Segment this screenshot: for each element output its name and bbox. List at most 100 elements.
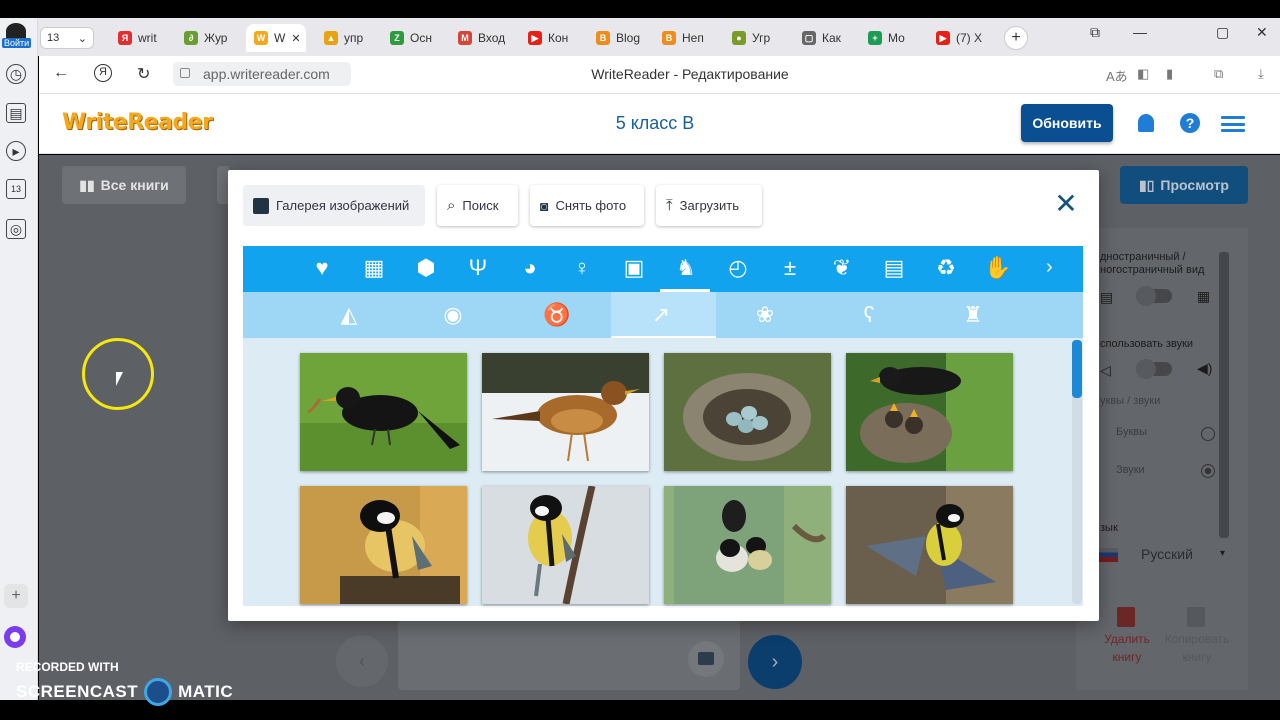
books-icon: ▮▮ — [79, 176, 95, 193]
collections-icon[interactable]: ▤ — [6, 103, 26, 123]
image-icon[interactable] — [688, 641, 724, 677]
cube-icon[interactable]: ⬢ — [412, 254, 440, 282]
person-icon[interactable]: ♀ — [568, 254, 596, 282]
yandex-icon[interactable]: Я — [94, 64, 112, 82]
browser-tab-label: writ — [138, 31, 157, 45]
menu-icon[interactable] — [1221, 116, 1245, 132]
rabbit-icon[interactable]: ♉ — [543, 301, 571, 329]
previous-page-button[interactable]: ‹ — [336, 635, 388, 687]
new-tab-button[interactable]: + — [1004, 26, 1028, 50]
bookmark-window-icon[interactable]: ⧉ — [1090, 24, 1100, 41]
login-label[interactable]: Войти — [2, 38, 32, 48]
photo-blackbird[interactable] — [300, 353, 467, 471]
chevron-right-icon[interactable]: › — [1046, 256, 1053, 279]
tabs-counter-icon[interactable]: 13 — [6, 179, 26, 199]
heart-icon[interactable]: ♥ — [308, 254, 336, 282]
close-icon[interactable]: ✕ — [1054, 190, 1078, 218]
browser-tab[interactable]: + Мо — [860, 24, 922, 52]
photo-great-tit-flying[interactable] — [846, 486, 1013, 604]
language-select[interactable]: Русский — [1141, 546, 1193, 562]
browser-tab[interactable]: ▶ (7) Х — [928, 24, 994, 52]
all-books-button[interactable]: ▮▮ Все книги — [62, 166, 186, 204]
mouse-pointer-icon — [116, 372, 123, 386]
photo-great-tit-feeder[interactable] — [300, 486, 467, 604]
minimize-icon[interactable]: — — [1133, 24, 1147, 40]
tab-upload[interactable]: ⤒ Загрузить — [656, 185, 762, 226]
profile-icon[interactable] — [6, 23, 26, 39]
grid-scrollbar-thumb[interactable] — [1072, 340, 1082, 398]
play-icon[interactable]: ▸ — [6, 141, 26, 161]
delete-book-button[interactable]: Удалить книгу — [1096, 630, 1158, 666]
bookmark-icon[interactable]: ▮ — [1166, 66, 1173, 82]
screenshot-icon[interactable]: ◎ — [6, 219, 26, 239]
download-icon[interactable]: ⤓ — [1258, 66, 1264, 82]
recycle-icon[interactable]: ♻ — [932, 254, 960, 282]
photo-thrush[interactable] — [482, 353, 649, 471]
photo-great-tit-branch[interactable] — [482, 486, 649, 604]
copy-book-button[interactable]: Копировать книгу — [1158, 630, 1236, 666]
chip-icon[interactable]: ▣ — [620, 254, 648, 282]
view-mode-toggle[interactable] — [1136, 286, 1172, 306]
letters-radio[interactable] — [1201, 427, 1215, 441]
writereader-logo[interactable]: WriteReader — [62, 110, 213, 135]
preview-button[interactable]: ▮▯ Просмотр — [1120, 166, 1248, 204]
bear-icon[interactable]: ʕ — [855, 301, 883, 329]
browser-tab[interactable]: M Вход — [450, 24, 514, 52]
cat-icon[interactable]: ◭ — [335, 301, 363, 329]
animals-icon[interactable]: ♞ — [672, 254, 700, 282]
sounds-radio[interactable] — [1201, 464, 1215, 478]
photo-great-tit-birdhouse[interactable] — [664, 486, 831, 604]
back-arrow-icon[interactable]: ← — [53, 64, 69, 82]
math-icon[interactable]: ± — [776, 254, 804, 282]
leaf-icon[interactable]: ❦ — [828, 254, 856, 282]
handshake-icon[interactable]: ✋ — [984, 254, 1012, 282]
class-title: 5 класс В — [615, 113, 695, 133]
browser-tab[interactable]: ▲ упр — [316, 24, 376, 52]
close-window-icon[interactable]: ✕ — [1256, 24, 1268, 41]
add-panel-icon[interactable]: + — [4, 584, 28, 608]
browser-tab[interactable]: Яwrit — [110, 24, 172, 52]
close-tab-icon[interactable]: ✕ — [291, 32, 300, 45]
palette-icon[interactable]: ◕ — [516, 254, 544, 282]
history-icon[interactable]: ◷ — [6, 64, 26, 84]
tab-take-photo[interactable]: ◙ Снять фото — [530, 185, 644, 226]
clock-icon[interactable]: ◴ — [724, 254, 752, 282]
browser-tab[interactable]: B Неп — [654, 24, 718, 52]
tab-image-gallery[interactable]: Галерея изображений — [243, 185, 425, 226]
tab-search-label: Поиск — [462, 198, 499, 213]
browser-tab[interactable]: ▢ Как — [794, 24, 854, 52]
photo-blackbird-chicks[interactable] — [846, 353, 1013, 471]
bell-icon[interactable] — [1138, 114, 1154, 132]
bird-icon[interactable]: ↗ — [647, 301, 675, 329]
browser-tab[interactable]: Z Осн — [382, 24, 444, 52]
calendar-icon[interactable]: ▦ — [360, 254, 388, 282]
help-icon[interactable]: ? — [1180, 113, 1200, 133]
update-button[interactable]: Обновить — [1021, 104, 1113, 142]
browser-tab[interactable]: ● Угр — [724, 24, 788, 52]
russian-flag-icon — [1098, 548, 1118, 562]
settings-scrollbar[interactable] — [1219, 252, 1229, 538]
browser-tab[interactable]: B Blog — [588, 24, 648, 52]
browser-tab[interactable]: ▶ Кон — [520, 24, 582, 52]
tab-counter[interactable]: 13 ⌄ — [40, 27, 94, 49]
reload-icon[interactable]: ↻ — [137, 64, 150, 84]
dog-icon[interactable]: ◉ — [439, 301, 467, 329]
dinosaur-icon[interactable]: ♜ — [959, 301, 987, 329]
tab-search[interactable]: ⌕ Поиск — [437, 185, 518, 226]
sounds-toggle[interactable] — [1136, 359, 1172, 379]
alice-assistant-icon[interactable] — [4, 626, 26, 648]
browser-tab[interactable]: W W ✕ — [246, 24, 306, 52]
browser-tab-label: Неп — [682, 31, 704, 45]
next-page-button[interactable]: › — [748, 635, 802, 689]
reader-icon[interactable]: ◧ — [1137, 66, 1149, 82]
id-card-icon[interactable]: ▤ — [880, 254, 908, 282]
browser-tab-label: упр — [344, 31, 364, 45]
food-icon[interactable]: Ψ — [464, 254, 492, 282]
extensions-icon[interactable]: ⧉ — [1214, 66, 1223, 82]
paw-icon[interactable]: ❀ — [751, 301, 779, 329]
browser-tab[interactable]: ∂ Жур — [176, 24, 240, 52]
translate-icon[interactable]: Aあ — [1106, 66, 1128, 85]
url-field[interactable]: app.writereader.com — [173, 62, 351, 86]
maximize-icon[interactable]: ▢ — [1216, 24, 1229, 41]
photo-nest-eggs[interactable] — [664, 353, 831, 471]
